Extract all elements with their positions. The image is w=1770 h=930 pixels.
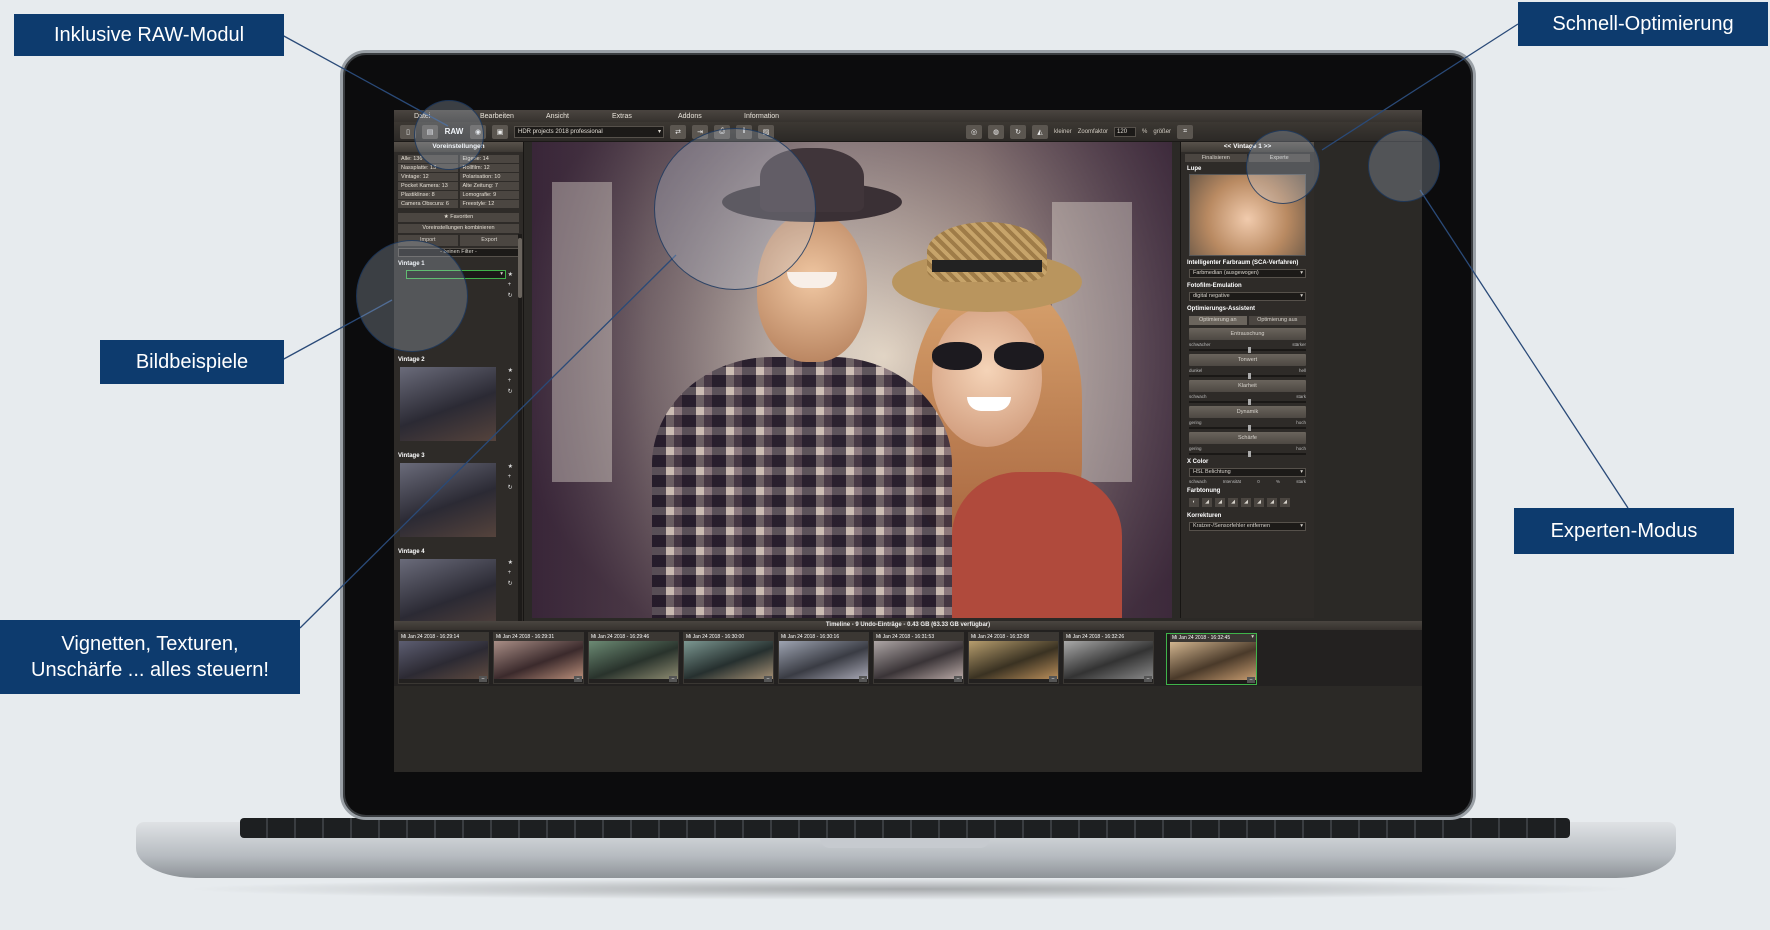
callout-vignetten-line2: Unschärfe ... alles steuern! [31, 659, 269, 681]
raw-lens [414, 100, 484, 170]
callout-raw: Inklusive RAW-Modul [14, 14, 284, 56]
expert-lens [1368, 130, 1440, 202]
callout-experten: Experten-Modus [1514, 508, 1734, 554]
callout-vignetten-line1: Vignetten, Texturen, [61, 633, 239, 655]
callout-bildbeispiele: Bildbeispiele [100, 340, 284, 384]
quick-opt-lens [1246, 130, 1320, 204]
callout-leader-lines [281, 23, 1629, 629]
vignette-lens [654, 128, 816, 290]
examples-lens [356, 240, 468, 352]
callout-schnell: Schnell-Optimierung [1518, 2, 1768, 46]
callout-vignetten: Vignetten, Texturen, Unschärfe ... alles… [0, 620, 300, 694]
